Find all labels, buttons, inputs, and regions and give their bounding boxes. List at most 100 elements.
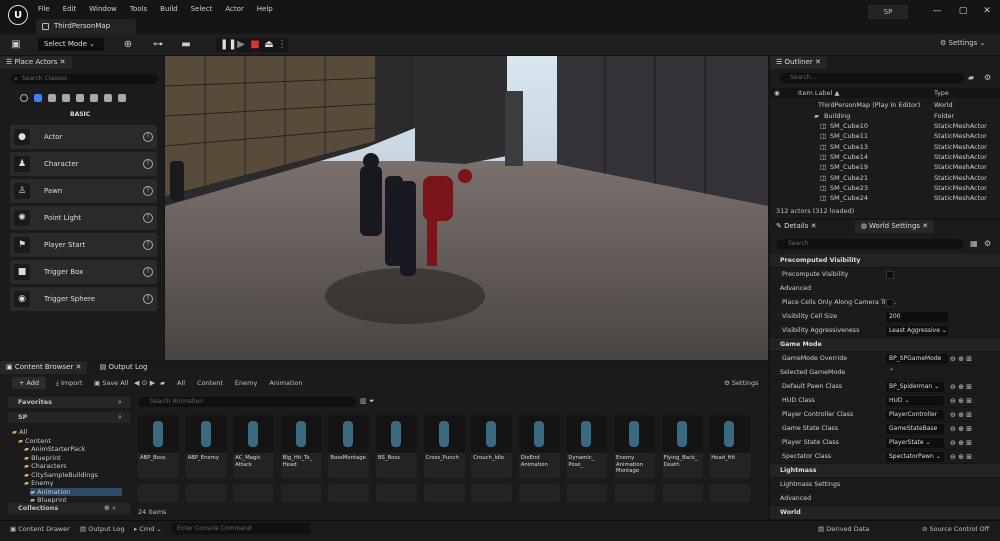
- asset-tile[interactable]: Flying_Back_ Death: [661, 415, 703, 478]
- property-value[interactable]: GameStateBase ⌄: [886, 424, 944, 442]
- menu-build[interactable]: Build: [160, 5, 178, 13]
- menu-actor[interactable]: Actor: [225, 5, 243, 13]
- details-row[interactable]: World: [770, 506, 1000, 520]
- all-classes-icon[interactable]: [118, 94, 126, 102]
- asset-tile[interactable]: [185, 484, 227, 502]
- details-row[interactable]: Player Controller Class PlayerController …: [770, 408, 1000, 428]
- breadcrumb-item[interactable]: Animation: [269, 379, 302, 387]
- outliner-tab[interactable]: ☰ Outliner ✕: [770, 56, 827, 69]
- property-value[interactable]: BP_SPGameMode ⌄: [886, 354, 948, 372]
- console-input[interactable]: Enter Console Command: [172, 523, 310, 534]
- asset-tile[interactable]: [423, 484, 465, 502]
- output-log-tab[interactable]: ▤ Output Log: [100, 363, 148, 371]
- outliner-row[interactable]: ◫ SM_Cube10 StaticMeshActor: [770, 121, 1000, 131]
- outliner-row[interactable]: ◫ SM_Cube11 StaticMeshActor: [770, 131, 1000, 141]
- add-collection-icon[interactable]: ⊕ ⌕: [104, 504, 116, 513]
- tree-item[interactable]: ▰ Animation: [30, 487, 122, 496]
- import-button[interactable]: ⤓ Import: [56, 379, 83, 388]
- asset-tile[interactable]: [233, 484, 275, 502]
- help-icon[interactable]: ?: [143, 213, 153, 223]
- lights-icon[interactable]: [48, 94, 56, 102]
- nav-back-icon[interactable]: ◀ ⊙ ▶: [134, 379, 155, 387]
- outliner-row[interactable]: ◫ SM_Cube19 StaticMeshActor: [770, 162, 1000, 172]
- property-value[interactable]: Least Aggressive ⌄: [886, 326, 948, 336]
- asset-search-input[interactable]: Search Animation: [138, 397, 356, 407]
- asset-picker-icon[interactable]: ⊖ ⊕ ⊞: [950, 352, 972, 366]
- recent-icon[interactable]: [20, 94, 28, 102]
- asset-tile[interactable]: [566, 484, 608, 502]
- derived-data-button[interactable]: ▤ Derived Data: [818, 525, 869, 533]
- asset-tile[interactable]: [328, 484, 370, 502]
- asset-tile[interactable]: ABP_Boss: [138, 415, 179, 478]
- actor-item-character[interactable]: ♟ Character?: [10, 152, 157, 176]
- asset-tile[interactable]: DieEnd Animation: [518, 415, 560, 478]
- level-viewport[interactable]: [165, 56, 768, 360]
- tree-item[interactable]: ▰ CitySampleBuildings: [24, 471, 122, 480]
- asset-tile[interactable]: Cross_Punch: [423, 415, 465, 478]
- source-control-button[interactable]: ⊘ Source Control Off: [922, 525, 989, 533]
- menu-window[interactable]: Window: [89, 5, 117, 13]
- details-row[interactable]: Game State Class GameStateBase ⌄ ⊖ ⊕ ⊞: [770, 422, 1000, 442]
- actor-item-point-light[interactable]: ✺ Point Light?: [10, 206, 157, 230]
- asset-tile[interactable]: Head_Hit: [709, 415, 751, 478]
- details-row[interactable]: Spectator Class SpectatorPawn ⌄ ⊖ ⊕ ⊞: [770, 450, 1000, 464]
- property-value[interactable]: HUD ⌄: [886, 396, 944, 406]
- outliner-row[interactable]: ◫ SM_Cube21 StaticMeshActor: [770, 173, 1000, 183]
- asset-tile[interactable]: BossMontage: [328, 415, 370, 478]
- asset-picker-icon[interactable]: ⊖ ⊕ ⊞: [950, 380, 972, 394]
- asset-tile[interactable]: [138, 484, 179, 502]
- details-row[interactable]: Precomputed Visibility: [770, 254, 1000, 268]
- project-badge[interactable]: SP: [868, 5, 908, 19]
- content-drawer-button[interactable]: ▣ Content Drawer: [10, 525, 70, 533]
- menu-tools[interactable]: Tools: [130, 5, 147, 13]
- details-row[interactable]: Place Cells Only Along Camera Tra...: [770, 296, 1000, 310]
- project-section[interactable]: SP: [8, 412, 130, 423]
- filter-icon[interactable]: ▥ ⏷: [360, 397, 374, 406]
- details-row[interactable]: Lightmass: [770, 464, 1000, 478]
- more-icon[interactable]: ⋮: [276, 39, 288, 51]
- asset-tile[interactable]: [614, 484, 655, 502]
- details-gear-icon[interactable]: ⚙: [984, 239, 991, 248]
- asset-picker-icon[interactable]: ⊖ ⊕ ⊞: [950, 394, 972, 408]
- settings-gear-icon[interactable]: ⚙: [984, 73, 991, 82]
- details-row[interactable]: Lightmass Settings: [770, 478, 1000, 492]
- breadcrumb-item[interactable]: Enemy: [235, 379, 257, 387]
- tree-item[interactable]: ▰ Characters: [24, 462, 122, 471]
- breadcrumb-item[interactable]: Content: [197, 379, 223, 387]
- asset-picker-icon[interactable]: ⊖ ⊕ ⊞: [950, 436, 972, 450]
- asset-tile[interactable]: ABP_Enemy: [185, 415, 227, 478]
- add-actor-icon[interactable]: ⊕: [122, 39, 134, 51]
- tree-item[interactable]: ▰ AnimStarterPack: [24, 445, 122, 454]
- asset-tile[interactable]: Big_Hit_To_ Head: [280, 415, 322, 478]
- menu-file[interactable]: File: [38, 5, 50, 13]
- details-row[interactable]: Game Mode: [770, 338, 1000, 352]
- cinematic-icon[interactable]: [62, 94, 70, 102]
- help-icon[interactable]: ?: [143, 186, 153, 196]
- asset-tile[interactable]: [471, 484, 513, 502]
- details-row[interactable]: Default Pawn Class BP_Spiderman ⌄ ⊖ ⊕ ⊞: [770, 380, 1000, 394]
- visual-effects-icon[interactable]: [76, 94, 84, 102]
- eject-icon[interactable]: ⏏: [263, 39, 275, 51]
- help-icon[interactable]: ?: [143, 294, 153, 304]
- add-folder-icon[interactable]: ▰: [968, 73, 974, 82]
- actor-item-pawn[interactable]: ♙ Pawn?: [10, 179, 157, 203]
- close-button[interactable]: ✕: [976, 4, 998, 18]
- visibility-eye-icon[interactable]: ◉: [774, 88, 780, 98]
- asset-tile[interactable]: [376, 484, 417, 502]
- outliner-row[interactable]: ◫ SM_Cube14 StaticMeshActor: [770, 152, 1000, 162]
- unreal-logo-icon[interactable]: U: [8, 5, 28, 25]
- checkbox[interactable]: [886, 271, 894, 279]
- property-value[interactable]: PlayerState ⌄: [886, 438, 944, 448]
- menu-edit[interactable]: Edit: [63, 5, 77, 13]
- asset-tile[interactable]: BS_Boss: [376, 415, 417, 478]
- details-row[interactable]: Advanced: [770, 282, 1000, 296]
- output-log-button[interactable]: ▤ Output Log: [80, 525, 124, 533]
- outliner-row[interactable]: ◫ SM_Cube23 StaticMeshActor: [770, 183, 1000, 193]
- outliner-row[interactable]: ◫ SM_Cube24 StaticMeshActor: [770, 193, 1000, 203]
- select-mode-dropdown[interactable]: Select Mode ⌄: [38, 38, 104, 51]
- outliner-row[interactable]: ThirdPersonMap (Play In Editor) World: [770, 100, 1000, 110]
- search-icon[interactable]: ⌕: [118, 398, 122, 407]
- checkbox[interactable]: [886, 299, 894, 307]
- volumes-icon[interactable]: [104, 94, 112, 102]
- details-row[interactable]: Visibility Cell Size 200: [770, 310, 1000, 324]
